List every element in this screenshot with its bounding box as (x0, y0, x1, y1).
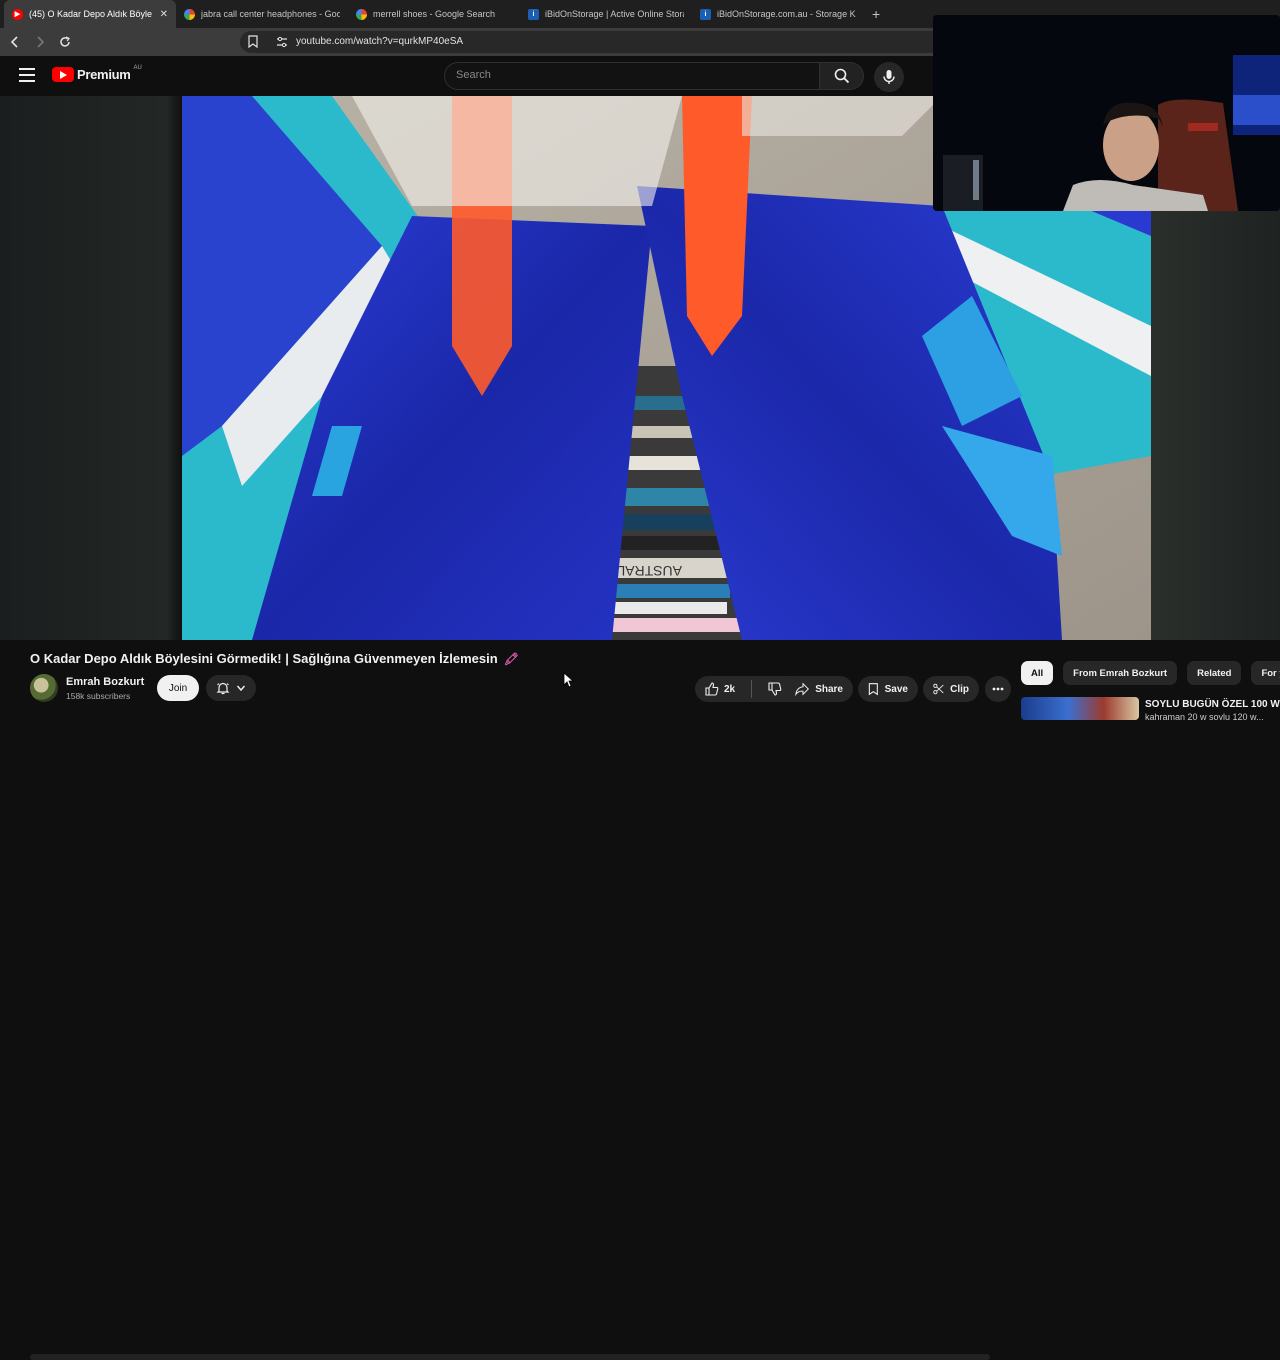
subscriber-count: 158k subscribers (66, 691, 131, 701)
url-text: youtube.com/watch?v=qurkMP40eSA (296, 36, 464, 47)
tab-ibidonstorage[interactable]: i iBidOnStorage | Active Online Storag (520, 0, 692, 28)
save-button[interactable]: Save (858, 676, 918, 702)
tab-jabra-search[interactable]: jabra call center headphones - Goog (176, 0, 348, 28)
clip-button[interactable]: Clip (923, 676, 979, 702)
channel-avatar[interactable] (30, 674, 58, 702)
voice-search-button[interactable] (874, 62, 904, 92)
mouse-cursor-icon (563, 672, 573, 688)
more-actions-button[interactable] (985, 676, 1011, 702)
logo-text: Premium (77, 67, 131, 82)
crayon-emoji: 🖍 (503, 652, 519, 666)
recommended-video-title[interactable]: SOYLU BUGÜN ÖZEL 100 W (1145, 699, 1280, 710)
chevron-down-icon (236, 685, 246, 692)
more-horizontal-icon (992, 687, 1004, 691)
youtube-play-icon (52, 67, 74, 82)
channel-name[interactable]: Emrah Bozkurt (66, 676, 144, 688)
like-count: 2k (724, 683, 736, 695)
tab-label: iBidOnStorage | Active Online Storag (545, 9, 684, 19)
forward-button[interactable] (30, 32, 50, 52)
ibid-favicon-icon: i (700, 8, 711, 20)
video-title: O Kadar Depo Aldık Böylesini Görmedik! |… (30, 651, 519, 666)
description-box-edge (30, 1354, 990, 1360)
site-settings-icon[interactable] (276, 36, 288, 48)
search-box (444, 62, 820, 90)
tab-merrell-search[interactable]: merrell shoes - Google Search (348, 0, 520, 28)
search-input[interactable] (456, 69, 796, 81)
close-tab-icon[interactable]: ✕ (160, 9, 168, 20)
tab-label: (45) O Kadar Depo Aldık Böylesi (29, 9, 152, 19)
like-separator (751, 680, 753, 698)
recommendation-filter-chips: All From Emrah Bozkurt Related For you (1021, 661, 1280, 685)
back-arrow-icon (10, 36, 18, 48)
google-favicon-icon (356, 8, 367, 20)
search-icon (834, 68, 849, 84)
reload-button[interactable] (55, 32, 75, 52)
share-button[interactable]: Share (785, 676, 853, 702)
bookmark-save-icon (868, 683, 878, 696)
ibid-favicon-icon: i (528, 8, 539, 20)
chip-related[interactable]: Related (1187, 661, 1242, 685)
recommended-video-thumbnail[interactable] (1021, 697, 1139, 720)
youtube-premium-logo[interactable]: Premium AU (52, 64, 142, 82)
webcam-overlay (933, 15, 1280, 211)
join-button[interactable]: Join (157, 675, 199, 701)
scissors-icon (933, 683, 944, 695)
google-favicon-icon (184, 8, 195, 20)
tab-label: iBidOnStorage.com.au - Storage King (717, 9, 856, 19)
reload-icon (60, 36, 70, 47)
address-bar[interactable]: youtube.com/watch?v=qurkMP40eSA (240, 31, 960, 53)
chip-from-channel[interactable]: From Emrah Bozkurt (1063, 661, 1178, 685)
thumbs-up-icon (705, 682, 719, 696)
bookmark-icon[interactable] (248, 35, 258, 48)
recommended-video-item[interactable]: SOYLU BUGÜN ÖZEL 100 W kahraman 20 w soy… (1021, 697, 1280, 720)
streamer-webcam-image (933, 15, 1280, 211)
bell-icon (216, 682, 230, 695)
tab-label: merrell shoes - Google Search (373, 9, 496, 19)
country-code: AU (133, 64, 142, 71)
new-tab-button[interactable]: + (864, 0, 888, 28)
youtube-favicon-icon: ▶ (12, 8, 23, 20)
tab-label: jabra call center headphones - Goog (201, 9, 340, 19)
clip-label: Clip (950, 683, 969, 695)
notification-bell-button[interactable] (206, 675, 256, 701)
chip-for-you[interactable]: For you (1251, 661, 1280, 685)
chip-all[interactable]: All (1021, 661, 1054, 685)
video-info-section: O Kadar Depo Aldık Böylesini Görmedik! |… (0, 640, 1280, 1360)
share-label: Share (815, 683, 843, 695)
tab-youtube-video[interactable]: ▶ (45) O Kadar Depo Aldık Böylesi ✕ (4, 0, 176, 28)
video-title-text: O Kadar Depo Aldık Böylesini Görmedik! |… (30, 651, 498, 666)
search-button[interactable] (820, 62, 864, 90)
menu-icon[interactable] (19, 68, 35, 84)
save-label: Save (884, 683, 908, 695)
share-icon (795, 682, 810, 696)
back-button[interactable] (5, 32, 25, 52)
tab-ibidonstorage-storage-king[interactable]: i iBidOnStorage.com.au - Storage King (692, 0, 864, 28)
microphone-icon (883, 70, 895, 84)
recommended-video-subtitle: kahraman 20 w soylu 120 w... (1145, 712, 1264, 720)
like-button[interactable]: 2k (695, 676, 745, 702)
forward-arrow-icon (37, 36, 45, 48)
thumbs-down-icon (768, 682, 782, 696)
